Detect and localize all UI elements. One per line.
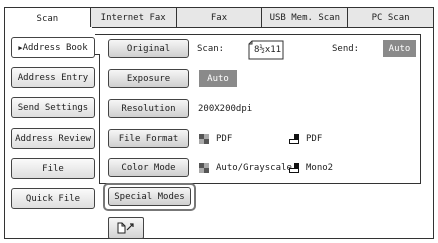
exposure-button[interactable]: Exposure <box>108 69 189 88</box>
scan-size-value: 8½x11 <box>254 45 282 55</box>
document-corner-icon <box>117 222 134 234</box>
special-modes-button[interactable]: Special Modes <box>108 187 191 206</box>
exposure-value: Auto <box>199 70 237 87</box>
address-entry-label: Address Entry <box>17 72 89 83</box>
tab-pc-scan[interactable]: PC Scan <box>348 7 434 28</box>
panel-top-divider <box>92 27 434 28</box>
file-format-mono-value: PDF <box>306 134 323 144</box>
tab-scan[interactable]: Scan <box>4 7 91 29</box>
color-mode-button[interactable]: Color Mode <box>108 158 189 177</box>
resolution-value: 200X200dpi <box>198 104 253 114</box>
color-mode-mono-value: Mono2 <box>306 163 334 173</box>
scan-label: Scan: <box>197 44 225 54</box>
quick-file-button[interactable]: Quick File <box>11 188 95 209</box>
original-button[interactable]: Original <box>108 39 189 58</box>
tab-internet-fax[interactable]: Internet Fax <box>90 7 177 28</box>
address-book-button[interactable]: ▶ Address Book <box>11 37 95 58</box>
color-squares-icon <box>199 163 209 173</box>
tab-usb-mem-scan[interactable]: USB Mem. Scan <box>262 7 349 28</box>
file-label: File <box>42 163 64 174</box>
mono-square-icon <box>289 163 299 173</box>
color-mode-color-value: Auto/Grayscale <box>216 163 292 173</box>
mono-square-icon <box>289 134 299 144</box>
file-button[interactable]: File <box>11 158 95 179</box>
color-squares-icon <box>199 134 209 144</box>
settings-area-connector <box>95 34 100 55</box>
send-settings-label: Send Settings <box>17 102 89 113</box>
document-corner-button[interactable] <box>108 217 144 239</box>
mode-tabs: Scan Internet Fax Fax USB Mem. Scan PC S… <box>4 7 434 29</box>
address-review-label: Address Review <box>15 133 91 144</box>
address-book-label: Address Book <box>22 42 88 53</box>
file-format-button[interactable]: File Format <box>108 129 189 148</box>
send-settings-button[interactable]: Send Settings <box>11 97 95 118</box>
address-entry-button[interactable]: Address Entry <box>11 67 95 88</box>
tab-fax[interactable]: Fax <box>176 7 263 28</box>
send-label: Send: <box>332 44 360 54</box>
quick-file-label: Quick File <box>25 193 81 204</box>
resolution-button[interactable]: Resolution <box>108 99 189 118</box>
address-review-button[interactable]: Address Review <box>11 128 95 149</box>
file-format-color-value: PDF <box>216 134 233 144</box>
send-value: Auto <box>383 40 416 57</box>
